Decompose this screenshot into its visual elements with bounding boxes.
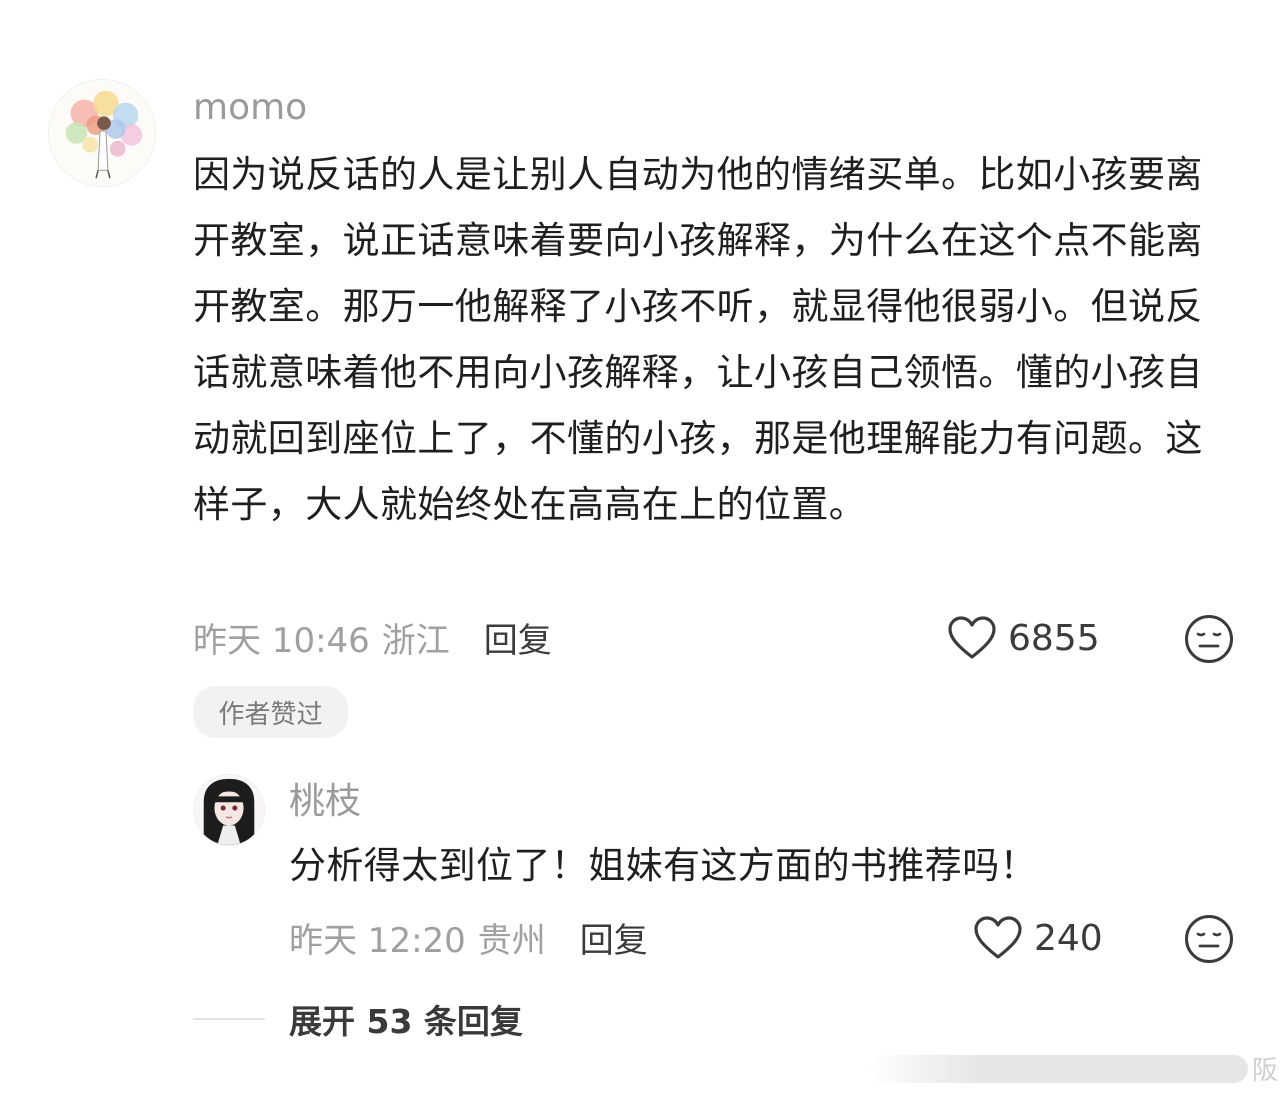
like-button[interactable]: 6855 (946, 612, 1100, 664)
reply-text: 分析得太到位了！姐妹有这方面的书推荐吗！ (289, 844, 1037, 887)
reply-button[interactable]: 回复 (580, 913, 648, 962)
reply-meta: 昨天 12:20 贵州 回复 (289, 913, 648, 962)
heart-outline-icon (972, 915, 1024, 961)
comment-item: momo 因为说反话的人是让别人自动为他的情绪买单。比如小孩要离开教室，说正话意… (0, 0, 1284, 740)
watermark-bar (867, 1054, 1248, 1083)
reaction-button[interactable] (1184, 614, 1234, 664)
comment-meta: 昨天 10:46 浙江 回复 (193, 613, 552, 662)
like-count: 6855 (1008, 617, 1100, 659)
reply-item: 桃枝 分析得太到位了！姐妹有这方面的书推荐吗！ 昨天 12:20 贵州 回复 2… (0, 740, 1284, 980)
neutral-face-icon (1185, 615, 1233, 663)
comment-time: 昨天 10:46 (193, 620, 370, 661)
comment-text: 因为说反话的人是让别人自动为他的情绪买单。比如小孩要离开教室，说正话意味着要向小… (193, 153, 1203, 526)
like-count: 240 (1034, 917, 1103, 959)
expand-replies-button[interactable]: 展开 53 条回复 (193, 996, 523, 1042)
user-avatar[interactable] (48, 79, 156, 187)
expand-replies-label: 展开 53 条回复 (289, 1002, 523, 1041)
neutral-face-icon (1185, 915, 1233, 963)
watermark-text: 阪 (1251, 1056, 1278, 1086)
reply-username[interactable]: 桃枝 (289, 780, 361, 824)
like-button[interactable]: 240 (972, 912, 1103, 964)
reply-time: 昨天 12:20 (289, 920, 466, 961)
reply-user-avatar[interactable] (193, 774, 265, 846)
comment-location: 浙江 (381, 620, 450, 661)
comment-username[interactable]: momo (193, 86, 307, 130)
reaction-button[interactable] (1184, 914, 1234, 964)
avatar-image (49, 80, 155, 186)
heart-outline-icon (946, 615, 998, 661)
author-liked-badge: 作者赞过 (193, 686, 348, 738)
reply-location: 贵州 (477, 920, 546, 961)
reply-button[interactable]: 回复 (484, 613, 552, 662)
divider-line (193, 1018, 265, 1020)
avatar-image (194, 775, 264, 845)
watermark: 阪 (867, 1050, 1278, 1087)
